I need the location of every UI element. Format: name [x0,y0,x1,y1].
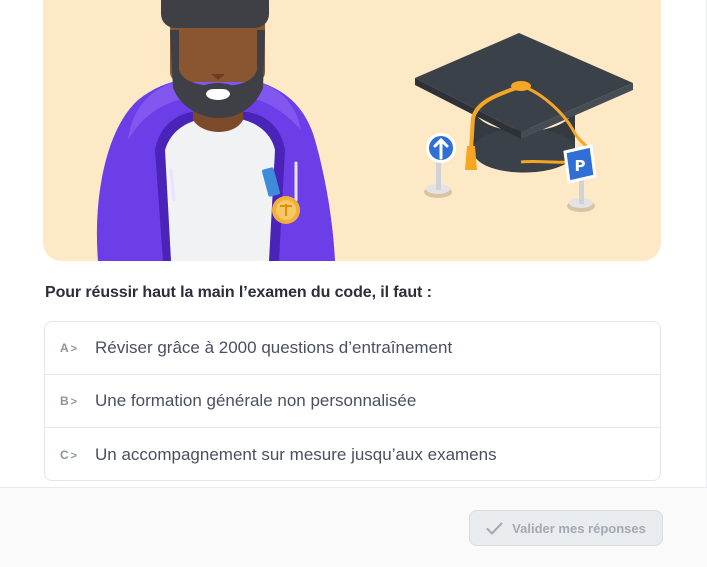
submit-answers-label: Valider mes réponses [512,520,646,536]
answer-list: A > Réviser grâce à 2000 questions d’entr… [44,321,661,481]
answer-option-a[interactable]: A > Réviser grâce à 2000 questions d’entr… [45,322,660,375]
arrow-sign-icon [424,133,456,198]
answer-label-a: Réviser grâce à 2000 questions d’entraîn… [95,338,453,357]
answer-option-c[interactable]: C > Un accompagnement sur mesure jusqu’au… [45,428,660,480]
chevron-right-icon: > [70,343,78,355]
answer-key-b: B [60,394,69,408]
answer-label-c: Un accompagnement sur mesure jusqu’aux e… [95,444,497,464]
hero-illustration: P [43,0,661,261]
student-figure [96,0,336,261]
answer-key-a: A [60,341,69,355]
question-title: Pour réussir haut la main l’examen du co… [45,284,432,301]
parking-sign-icon: P [563,144,597,212]
answer-label-b: Une formation générale non personnalisée [95,391,417,410]
chevron-right-icon: > [70,449,78,462]
answer-option-b[interactable]: B > Une formation générale non personnali… [45,375,660,428]
submit-answers-button[interactable]: Valider mes réponses [469,510,663,546]
parking-sign-letter: P [575,157,586,175]
chevron-right-icon: > [70,396,78,408]
answer-key-c: C [60,447,69,462]
check-icon [486,522,503,535]
